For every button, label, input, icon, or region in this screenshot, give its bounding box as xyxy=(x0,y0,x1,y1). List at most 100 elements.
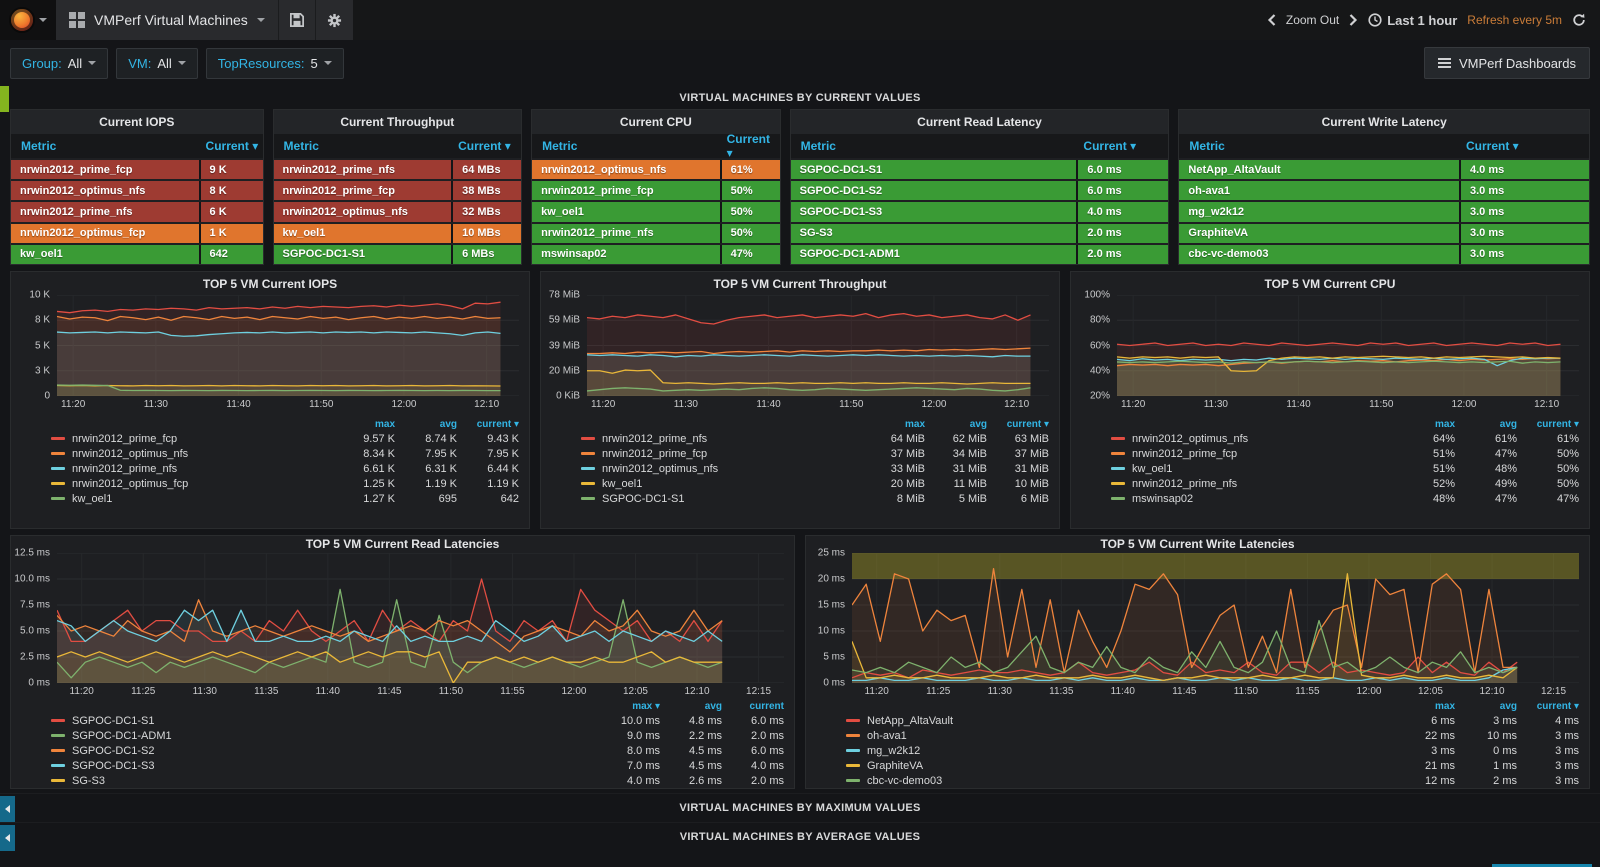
table-row[interactable]: SGPOC-DC1-S1 6.0 ms xyxy=(790,160,1169,180)
legend-series-name[interactable]: SGPOC-DC1-S2 xyxy=(72,745,155,757)
table-row[interactable]: nrwin2012_prime_nfs 50% xyxy=(532,223,780,243)
table-row[interactable]: NetApp_AltaVault 4.0 ms xyxy=(1179,160,1589,180)
variable-group-dropdown[interactable]: Group: All xyxy=(10,47,109,79)
series-color-dash[interactable] xyxy=(51,437,65,440)
time-shift-back-button[interactable] xyxy=(1267,14,1276,26)
column-header-metric[interactable]: Metric xyxy=(533,139,719,153)
legend-series-name[interactable]: nrwin2012_optimus_fcp xyxy=(72,478,188,490)
legend-series-name[interactable]: mswinsap02 xyxy=(1132,493,1193,505)
legend-series-name[interactable]: cbc-vc-demo03 xyxy=(867,775,942,787)
vmperf-dashboards-button[interactable]: VMPerf Dashboards xyxy=(1423,47,1590,79)
series-color-dash[interactable] xyxy=(846,764,860,767)
series-color-dash[interactable] xyxy=(51,497,65,500)
table-row[interactable]: mg_w2k12 3.0 ms xyxy=(1179,202,1589,222)
table-row[interactable]: mswinsap02 47% xyxy=(532,244,780,265)
series-color-dash[interactable] xyxy=(1111,452,1125,455)
legend-series-name[interactable]: nrwin2012_prime_nfs xyxy=(1132,478,1237,490)
table-row[interactable]: SGPOC-DC1-S1 6 MBs xyxy=(273,244,522,265)
legend-series-name[interactable]: nrwin2012_prime_fcp xyxy=(1132,448,1237,460)
table-row[interactable]: SG-S3 2.0 ms xyxy=(790,223,1169,243)
series-color-dash[interactable] xyxy=(1111,482,1125,485)
legend-column-header-max[interactable]: max xyxy=(1393,419,1455,430)
refresh-interval-label[interactable]: Refresh every 5m xyxy=(1467,13,1562,27)
table-row[interactable]: kw_oel1 642 xyxy=(11,244,263,265)
legend-column-header-avg[interactable]: avg xyxy=(1455,419,1517,430)
series-color-dash[interactable] xyxy=(581,452,595,455)
plot-area[interactable] xyxy=(587,295,1049,396)
table-row[interactable]: SGPOC-DC1-S3 4.0 ms xyxy=(790,202,1169,222)
series-color-dash[interactable] xyxy=(581,482,595,485)
series-color-dash[interactable] xyxy=(846,719,860,722)
column-header-metric[interactable]: Metric xyxy=(275,139,451,153)
column-header-current[interactable]: Current ▾ xyxy=(1458,139,1588,153)
series-color-dash[interactable] xyxy=(51,749,65,752)
column-header-current[interactable]: Current ▾ xyxy=(450,139,520,153)
row-collapse-tab[interactable] xyxy=(0,86,9,112)
chart-panel-title[interactable]: TOP 5 VM Current IOPS xyxy=(11,272,529,295)
legend-series-name[interactable]: SGPOC-DC1-S3 xyxy=(72,760,155,772)
table-row[interactable]: SGPOC-DC1-ADM1 2.0 ms xyxy=(790,244,1169,265)
series-color-dash[interactable] xyxy=(581,497,595,500)
legend-series-name[interactable]: SGPOC-DC1-ADM1 xyxy=(72,730,172,742)
legend-series-name[interactable]: SG-S3 xyxy=(72,775,105,787)
series-color-dash[interactable] xyxy=(1111,497,1125,500)
legend-series-name[interactable]: kw_oel1 xyxy=(1132,463,1172,475)
table-row[interactable]: nrwin2012_optimus_fcp 1 K xyxy=(11,223,263,243)
column-header-metric[interactable]: Metric xyxy=(792,139,1076,153)
legend-series-name[interactable]: nrwin2012_optimus_nfs xyxy=(1132,433,1248,445)
legend-column-header-current[interactable]: current ▾ xyxy=(457,419,519,430)
legend-column-header-max[interactable]: max xyxy=(333,419,395,430)
series-color-dash[interactable] xyxy=(581,467,595,470)
table-row[interactable]: oh-ava1 3.0 ms xyxy=(1179,181,1589,201)
series-color-dash[interactable] xyxy=(846,779,860,782)
table-row[interactable]: kw_oel1 50% xyxy=(532,202,780,222)
series-color-dash[interactable] xyxy=(51,482,65,485)
series-color-dash[interactable] xyxy=(51,452,65,455)
legend-series-name[interactable]: oh-ava1 xyxy=(867,730,907,742)
series-color-dash[interactable] xyxy=(51,719,65,722)
dashboard-settings-button[interactable] xyxy=(314,0,353,40)
plot-area[interactable] xyxy=(57,553,784,683)
legend-column-header-avg[interactable]: avg xyxy=(395,419,457,430)
legend-column-header-avg[interactable]: avg xyxy=(1455,701,1517,712)
plot-area[interactable] xyxy=(852,552,1579,683)
series-color-dash[interactable] xyxy=(51,467,65,470)
series-color-dash[interactable] xyxy=(51,764,65,767)
table-row[interactable]: nrwin2012_prime_fcp 9 K xyxy=(11,160,263,180)
legend-series-name[interactable]: GraphiteVA xyxy=(867,760,923,772)
column-header-current[interactable]: Current ▾ xyxy=(719,132,779,160)
series-color-dash[interactable] xyxy=(581,437,595,440)
table-row[interactable]: nrwin2012_prime_nfs 6 K xyxy=(11,202,263,222)
dashboard-picker[interactable]: VMPerf Virtual Machines xyxy=(56,0,278,40)
table-row[interactable]: nrwin2012_optimus_nfs 8 K xyxy=(11,181,263,201)
legend-series-name[interactable]: mg_w2k12 xyxy=(867,745,920,757)
legend-series-name[interactable]: nrwin2012_prime_nfs xyxy=(72,463,177,475)
legend-series-name[interactable]: kw_oel1 xyxy=(72,493,112,505)
table-row[interactable]: GraphiteVA 3.0 ms xyxy=(1179,223,1589,243)
plot-area[interactable] xyxy=(1117,295,1579,396)
chart-panel-title[interactable]: TOP 5 VM Current Write Latencies xyxy=(806,536,1589,553)
time-range-picker[interactable]: Last 1 hour xyxy=(1368,13,1457,28)
legend-series-name[interactable]: nrwin2012_prime_fcp xyxy=(72,433,177,445)
legend-series-name[interactable]: SGPOC-DC1-S1 xyxy=(72,715,155,727)
row-expand-tab[interactable] xyxy=(0,796,15,822)
series-color-dash[interactable] xyxy=(846,749,860,752)
legend-column-header-avg[interactable]: avg xyxy=(925,419,987,430)
refresh-button[interactable] xyxy=(1572,13,1586,27)
column-header-metric[interactable]: Metric xyxy=(1180,139,1458,153)
chart-panel-title[interactable]: TOP 5 VM Current Read Latencies xyxy=(11,536,794,553)
series-color-dash[interactable] xyxy=(846,734,860,737)
grafana-menu-button[interactable] xyxy=(0,0,56,40)
variable-vm-dropdown[interactable]: VM: All xyxy=(116,47,198,79)
legend-series-name[interactable]: SGPOC-DC1-S1 xyxy=(602,493,685,505)
variable-topresources-dropdown[interactable]: TopResources: 5 xyxy=(205,47,344,79)
row-expand-tab[interactable] xyxy=(0,825,15,851)
legend-column-header-max[interactable]: max xyxy=(863,419,925,430)
legend-series-name[interactable]: NetApp_AltaVault xyxy=(867,715,953,727)
legend-series-name[interactable]: nrwin2012_prime_nfs xyxy=(602,433,707,445)
save-dashboard-button[interactable] xyxy=(277,0,315,40)
legend-column-header-current[interactable]: current ▾ xyxy=(1517,419,1579,430)
zoom-out-button[interactable]: Zoom Out xyxy=(1286,13,1339,27)
table-row[interactable]: nrwin2012_optimus_nfs 32 MBs xyxy=(273,202,522,222)
legend-series-name[interactable]: kw_oel1 xyxy=(602,478,642,490)
